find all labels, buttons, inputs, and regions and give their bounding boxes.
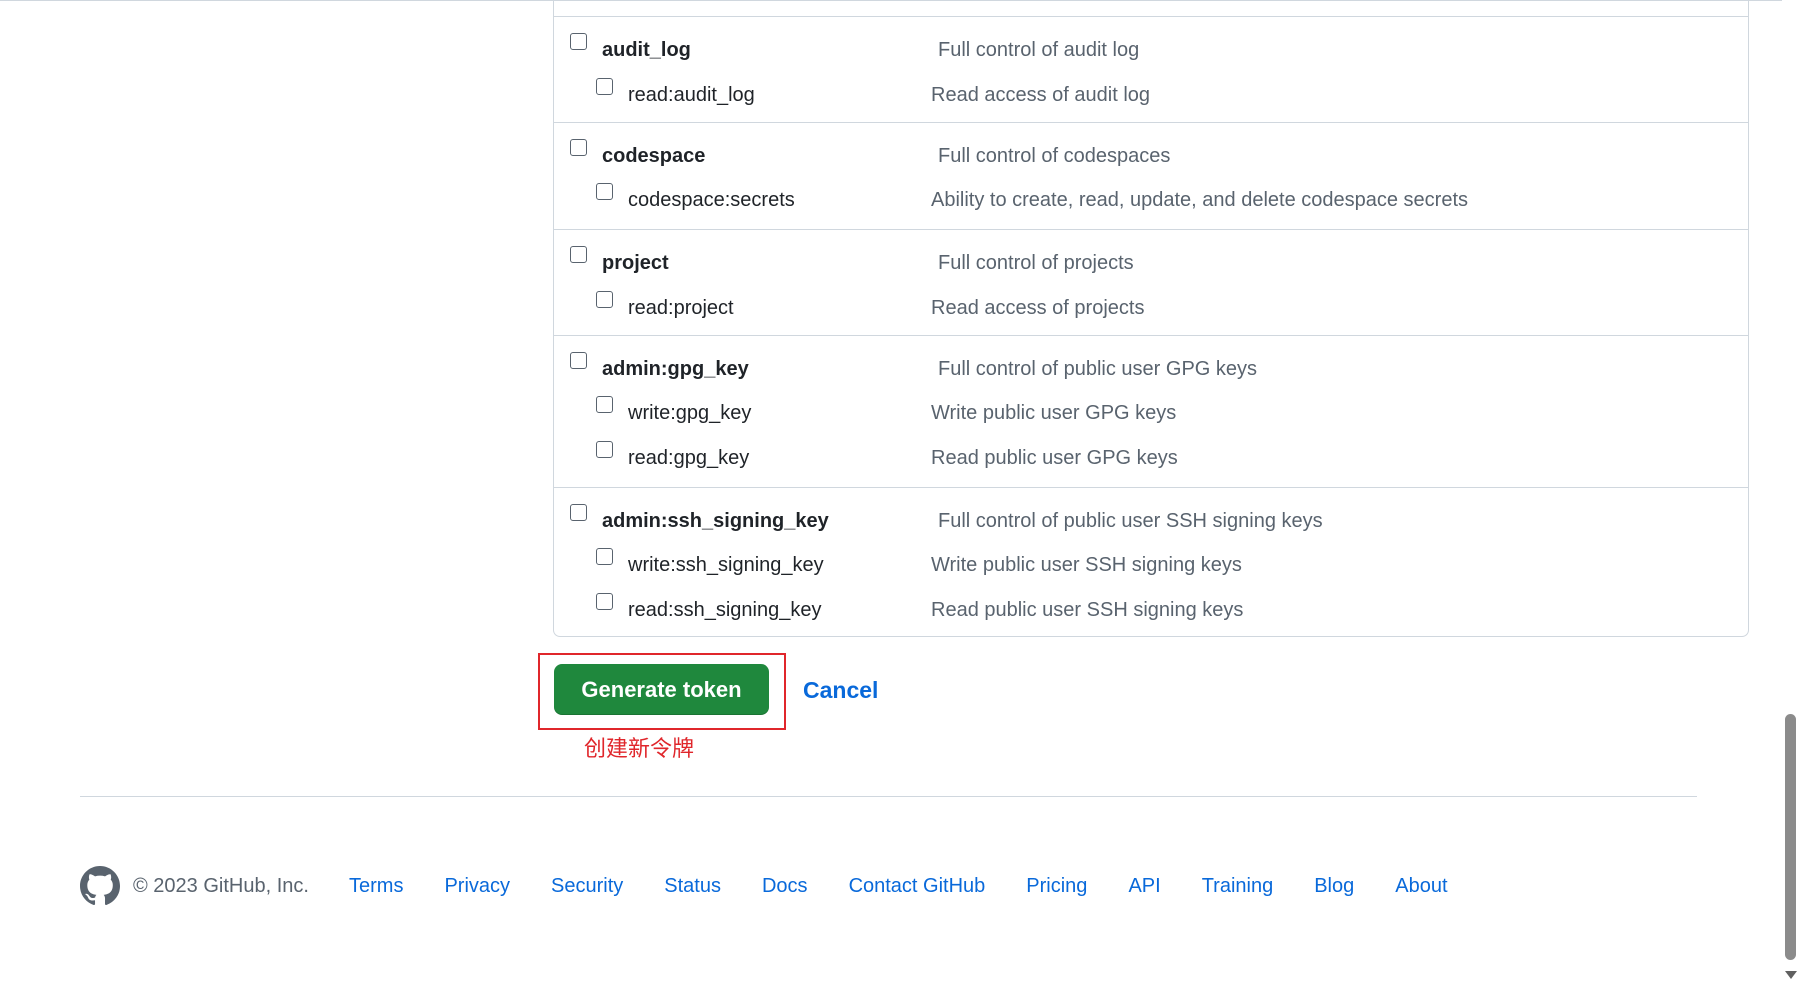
footer-link-blog[interactable]: Blog <box>1314 874 1354 898</box>
footer-link-status[interactable]: Status <box>664 874 721 898</box>
scope-name: admin:gpg_key <box>602 358 749 380</box>
write-gpg-key-checkbox[interactable] <box>596 396 613 413</box>
scope-row-read-project: read:project Read access of projects <box>554 275 1748 319</box>
scope-description: Full control of projects <box>938 252 1134 274</box>
annotation-text: 创建新令牌 <box>584 737 695 762</box>
admin-gpg-key-checkbox[interactable] <box>570 352 587 369</box>
write-ssh-signing-key-checkbox[interactable] <box>596 548 613 565</box>
scope-name: read:ssh_signing_key <box>628 599 822 621</box>
scroll-down-arrow-icon[interactable] <box>1785 971 1797 979</box>
scope-row-audit-log: audit_log Full control of audit log <box>554 17 1748 61</box>
scope-group-admin-ssh-signing-key: admin:ssh_signing_key Full control of pu… <box>554 487 1748 638</box>
scope-group-project: project Full control of projects read:pr… <box>554 229 1748 336</box>
codespace-secrets-checkbox[interactable] <box>596 183 613 200</box>
read-project-checkbox[interactable] <box>596 291 613 308</box>
scope-row-write-gpg-key: write:gpg_key Write public user GPG keys <box>554 380 1748 424</box>
footer-divider <box>80 796 1697 797</box>
footer-links: Terms Privacy Security Status Docs Conta… <box>349 874 1489 898</box>
scope-name: read:audit_log <box>628 84 755 106</box>
read-audit-log-checkbox[interactable] <box>596 78 613 95</box>
footer-link-security[interactable]: Security <box>551 874 623 898</box>
scope-description: Read public user GPG keys <box>931 447 1178 469</box>
footer-link-contact-github[interactable]: Contact GitHub <box>849 874 986 898</box>
codespace-checkbox[interactable] <box>570 139 587 156</box>
scope-description: Write public user SSH signing keys <box>931 554 1242 576</box>
scope-description: Ability to create, read, update, and del… <box>931 189 1469 211</box>
scope-group-audit-log: audit_log Full control of audit log read… <box>554 16 1748 123</box>
scope-name: codespace <box>602 145 706 167</box>
scope-group-codespace: codespace Full control of codespaces cod… <box>554 122 1748 230</box>
footer-link-about[interactable]: About <box>1395 874 1447 898</box>
scope-name: project <box>602 252 669 274</box>
scope-description: Write public user GPG keys <box>931 402 1177 424</box>
scope-name: write:gpg_key <box>628 402 752 424</box>
scope-description: Read public user SSH signing keys <box>931 599 1244 621</box>
scope-row-admin-gpg-key: admin:gpg_key Full control of public use… <box>554 336 1748 380</box>
footer-link-pricing[interactable]: Pricing <box>1026 874 1087 898</box>
scope-row-project: project Full control of projects <box>554 230 1748 274</box>
scope-row-codespace-secrets: codespace:secrets Ability to create, rea… <box>554 167 1748 211</box>
read-ssh-signing-key-checkbox[interactable] <box>596 593 613 610</box>
scope-description: Full control of public user GPG keys <box>938 358 1258 380</box>
scope-row-read-gpg-key: read:gpg_key Read public user GPG keys <box>554 425 1748 469</box>
admin-ssh-signing-key-checkbox[interactable] <box>570 504 587 521</box>
scope-description: Full control of audit log <box>938 39 1140 61</box>
scrollbar-thumb[interactable] <box>1785 714 1796 960</box>
scope-name: codespace:secrets <box>628 189 795 211</box>
audit-log-checkbox[interactable] <box>570 33 587 50</box>
generate-token-button[interactable]: Generate token <box>554 664 769 715</box>
scope-description: Full control of codespaces <box>938 145 1171 167</box>
scope-row-write-ssh-signing-key: write:ssh_signing_key Write public user … <box>554 532 1748 576</box>
scope-name: write:ssh_signing_key <box>628 554 824 576</box>
scope-description: Full control of public user SSH signing … <box>938 510 1323 532</box>
footer-link-privacy[interactable]: Privacy <box>444 874 510 898</box>
scope-row-codespace: codespace Full control of codespaces <box>554 123 1748 167</box>
scope-name: admin:ssh_signing_key <box>602 510 829 532</box>
footer-copyright: © 2023 GitHub, Inc. <box>133 875 309 897</box>
scope-name: audit_log <box>602 39 691 61</box>
scope-description: Read access of projects <box>931 297 1145 319</box>
scope-row-read-audit-log: read:audit_log Read access of audit log <box>554 62 1748 106</box>
github-mark-icon[interactable] <box>80 866 120 906</box>
cancel-link[interactable]: Cancel <box>803 677 878 703</box>
scope-row-admin-ssh-signing-key: admin:ssh_signing_key Full control of pu… <box>554 488 1748 532</box>
footer-link-docs[interactable]: Docs <box>762 874 808 898</box>
scopes-list: audit_log Full control of audit log read… <box>553 0 1749 637</box>
footer-link-training[interactable]: Training <box>1202 874 1274 898</box>
scope-row-read-ssh-signing-key: read:ssh_signing_key Read public user SS… <box>554 577 1748 621</box>
project-checkbox[interactable] <box>570 246 587 263</box>
footer-link-terms[interactable]: Terms <box>349 874 403 898</box>
scope-name: read:project <box>628 297 734 319</box>
scope-group-admin-gpg-key: admin:gpg_key Full control of public use… <box>554 335 1748 488</box>
scope-name: read:gpg_key <box>628 447 750 469</box>
read-gpg-key-checkbox[interactable] <box>596 441 613 458</box>
footer-link-api[interactable]: API <box>1128 874 1160 898</box>
scope-description: Read access of audit log <box>931 84 1151 106</box>
